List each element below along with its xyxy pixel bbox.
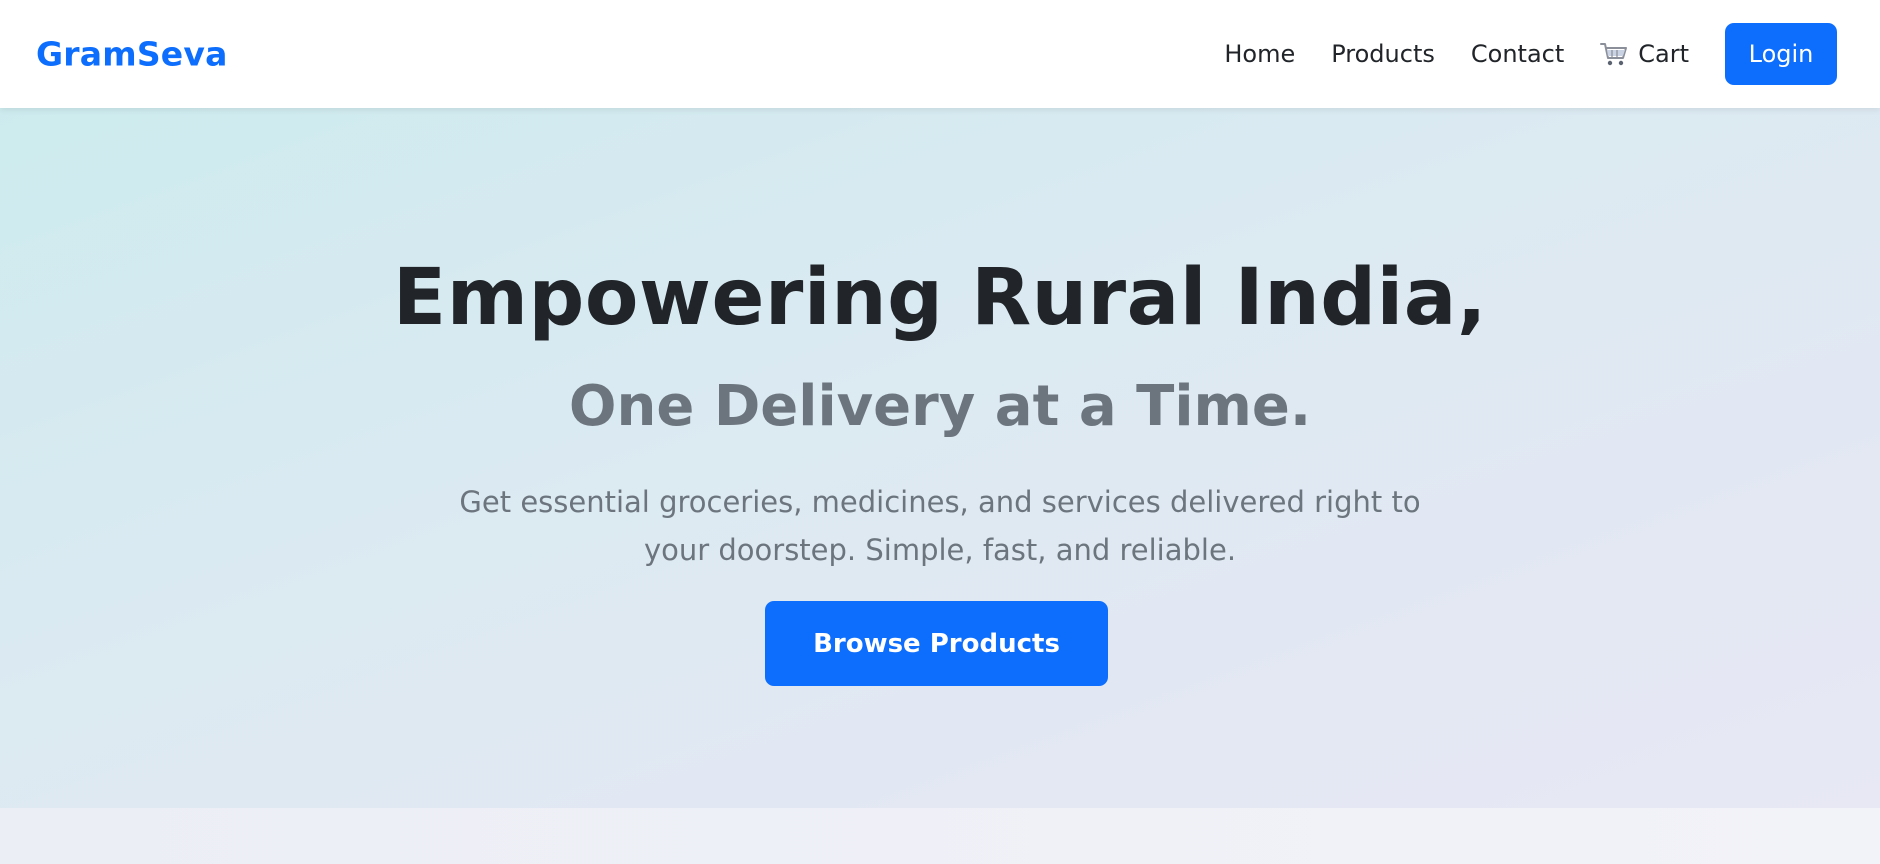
nav-link-home[interactable]: Home bbox=[1224, 40, 1295, 68]
hero-description: Get essential groceries, medicines, and … bbox=[459, 485, 1421, 567]
hero-title: Empowering Rural India, bbox=[392, 253, 1488, 343]
nav-link-cart[interactable]: Cart bbox=[1600, 40, 1689, 68]
brand-logo[interactable]: GramSeva bbox=[36, 35, 228, 74]
nav-link-contact[interactable]: Contact bbox=[1471, 40, 1564, 68]
cart-label: Cart bbox=[1638, 40, 1689, 68]
browse-products-button[interactable]: Browse Products bbox=[765, 601, 1108, 686]
nav-links: Home Products Contact Cart Login bbox=[1224, 0, 1837, 108]
login-button[interactable]: Login bbox=[1725, 23, 1837, 85]
top-navbar: GramSeva Home Products Contact Cart Logi… bbox=[0, 0, 1880, 108]
hero-section: Empowering Rural India, One Delivery at … bbox=[0, 108, 1880, 808]
cart-icon bbox=[1600, 41, 1628, 67]
nav-link-products[interactable]: Products bbox=[1331, 40, 1435, 68]
next-section bbox=[0, 808, 1880, 864]
hero-subtitle: One Delivery at a Time. bbox=[568, 374, 1312, 439]
